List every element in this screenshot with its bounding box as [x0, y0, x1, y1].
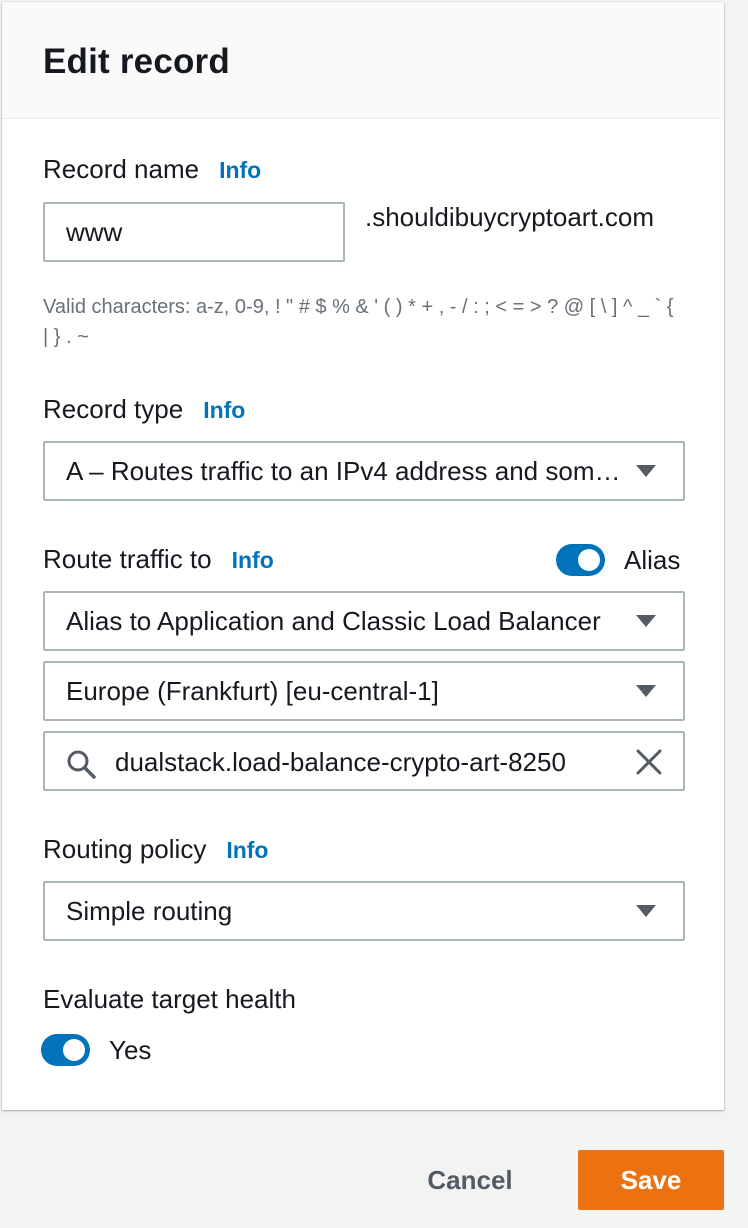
alias-toggle-knob [578, 549, 600, 571]
close-icon[interactable] [635, 748, 663, 776]
record-name-value: www [66, 216, 123, 247]
search-icon [67, 750, 96, 779]
routing-policy-label: Routing policy [43, 834, 207, 864]
record-name-input[interactable]: www [43, 202, 345, 262]
routing-policy-label-row: Routing policy Info [43, 834, 268, 865]
panel-header: Edit record [2, 2, 724, 119]
record-type-label-row: Record type Info [43, 394, 245, 425]
alias-toggle-label: Alias [624, 545, 681, 575]
route-traffic-label-row: Route traffic to Info [43, 544, 274, 575]
routing-policy-info-link[interactable]: Info [226, 837, 268, 864]
evaluate-health-toggle[interactable] [41, 1034, 90, 1066]
record-name-label-row: Record name Info [43, 154, 261, 185]
evaluate-health-label: Evaluate target health [43, 984, 296, 1014]
load-balancer-value: dualstack.load-balance-crypto-art-8250 [115, 747, 566, 777]
region-selected: Europe (Frankfurt) [eu-central-1] [66, 675, 439, 706]
edit-record-panel: Edit record Record name Info www .should… [2, 2, 724, 1110]
record-name-hint: Valid characters: a-z, 0-9, ! " # $ % & … [43, 296, 674, 348]
record-type-selected: A – Routes traffic to an IPv4 address an… [66, 455, 626, 486]
record-name-label: Record name [43, 154, 200, 184]
record-type-label: Record type [43, 394, 184, 424]
domain-suffix: .shouldibuycryptoart.com [365, 202, 655, 232]
endpoint-select[interactable]: Alias to Application and Classic Load Ba… [43, 591, 685, 651]
route-traffic-label: Route traffic to [43, 544, 212, 574]
save-button[interactable]: Save [578, 1150, 724, 1210]
record-type-info-link[interactable]: Info [203, 397, 245, 424]
region-select[interactable]: Europe (Frankfurt) [eu-central-1] [43, 661, 685, 721]
evaluate-health-toggle-label: Yes [109, 1035, 152, 1065]
load-balancer-search-input[interactable]: dualstack.load-balance-crypto-art-8250 [43, 731, 685, 791]
caret-down-icon [636, 905, 656, 917]
evaluate-health-label-row: Evaluate target health [43, 984, 296, 1015]
route-traffic-info-link[interactable]: Info [232, 547, 274, 574]
routing-policy-select[interactable]: Simple routing [43, 881, 685, 941]
panel-title: Edit record [43, 42, 230, 81]
record-type-select[interactable]: A – Routes traffic to an IPv4 address an… [43, 441, 685, 501]
alias-toggle[interactable] [556, 544, 605, 576]
caret-down-icon [636, 465, 656, 477]
cancel-button[interactable]: Cancel [405, 1150, 535, 1210]
endpoint-selected: Alias to Application and Classic Load Ba… [66, 605, 601, 636]
caret-down-icon [636, 615, 656, 627]
evaluate-health-toggle-knob [63, 1039, 85, 1061]
routing-policy-selected: Simple routing [66, 895, 233, 926]
record-name-info-link[interactable]: Info [219, 157, 261, 184]
caret-down-icon [636, 685, 656, 697]
